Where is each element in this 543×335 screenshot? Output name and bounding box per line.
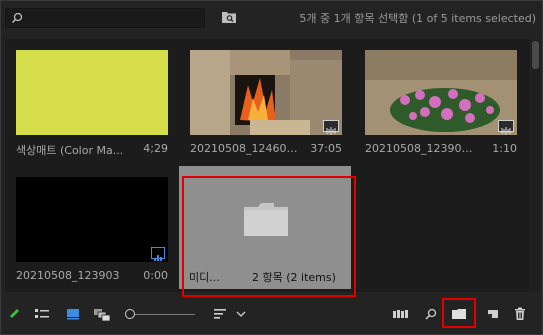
search-field[interactable]	[5, 8, 205, 28]
find-icon[interactable]	[424, 306, 438, 322]
folder-icon	[244, 203, 288, 236]
list-item[interactable]: 20210508_123903... 1:10	[365, 50, 517, 158]
scrollbar-thumb[interactable]	[532, 41, 539, 69]
search-input[interactable]	[28, 10, 200, 26]
new-bin-icon[interactable]	[451, 306, 467, 322]
bin-name: 미디...	[189, 271, 220, 284]
vertical-scrollbar[interactable]	[531, 39, 540, 292]
trash-icon[interactable]	[513, 306, 527, 322]
item-duration: 4;29	[143, 142, 168, 155]
item-duration: 1:10	[492, 142, 517, 155]
new-item-icon[interactable]	[485, 306, 501, 322]
project-panel: 5개 중 1개 항목 선택함 (1 of 5 items selected) 색…	[0, 0, 543, 335]
video-thumbnail	[365, 50, 517, 135]
audio-video-badge-icon	[498, 120, 514, 135]
find-icon[interactable]	[221, 10, 237, 24]
chevron-down-icon[interactable]	[236, 306, 246, 322]
list-item[interactable]: 20210508_124607... 37:05	[190, 50, 342, 158]
sequence-badge-icon	[151, 247, 165, 261]
bottom-toolbar	[1, 301, 543, 331]
zoom-slider-track[interactable]	[135, 314, 195, 315]
item-duration: 37:05	[310, 142, 342, 155]
zoom-slider-handle[interactable]	[125, 309, 135, 319]
audio-video-badge-icon	[323, 120, 339, 135]
item-name: 20210508_123903...	[365, 142, 475, 155]
pencil-icon[interactable]	[7, 306, 21, 322]
item-name: 20210508_124607...	[190, 142, 300, 155]
bin-item-count: 2 항목 (2 items)	[252, 271, 336, 284]
video-thumbnail	[190, 50, 342, 135]
list-view-icon[interactable]	[34, 306, 50, 322]
sequence-thumbnail	[16, 177, 168, 262]
item-name: 색상매트 (Color Ma...	[16, 144, 124, 157]
color-matte-thumbnail	[16, 50, 168, 135]
selection-status: 5개 중 1개 항목 선택함 (1 of 5 items selected)	[299, 12, 536, 25]
list-item[interactable]: 20210508_123903 0:00	[16, 177, 168, 285]
freeform-view-icon[interactable]	[93, 306, 111, 322]
search-icon	[11, 12, 23, 24]
item-name: 20210508_123903	[16, 269, 120, 282]
list-item[interactable]: 색상매트 (Color Ma... 4;29	[16, 50, 168, 158]
sort-icon[interactable]	[213, 306, 227, 322]
automate-to-sequence-icon[interactable]	[392, 306, 410, 322]
icon-view-icon[interactable]	[65, 306, 81, 322]
item-duration: 0:00	[143, 269, 168, 282]
